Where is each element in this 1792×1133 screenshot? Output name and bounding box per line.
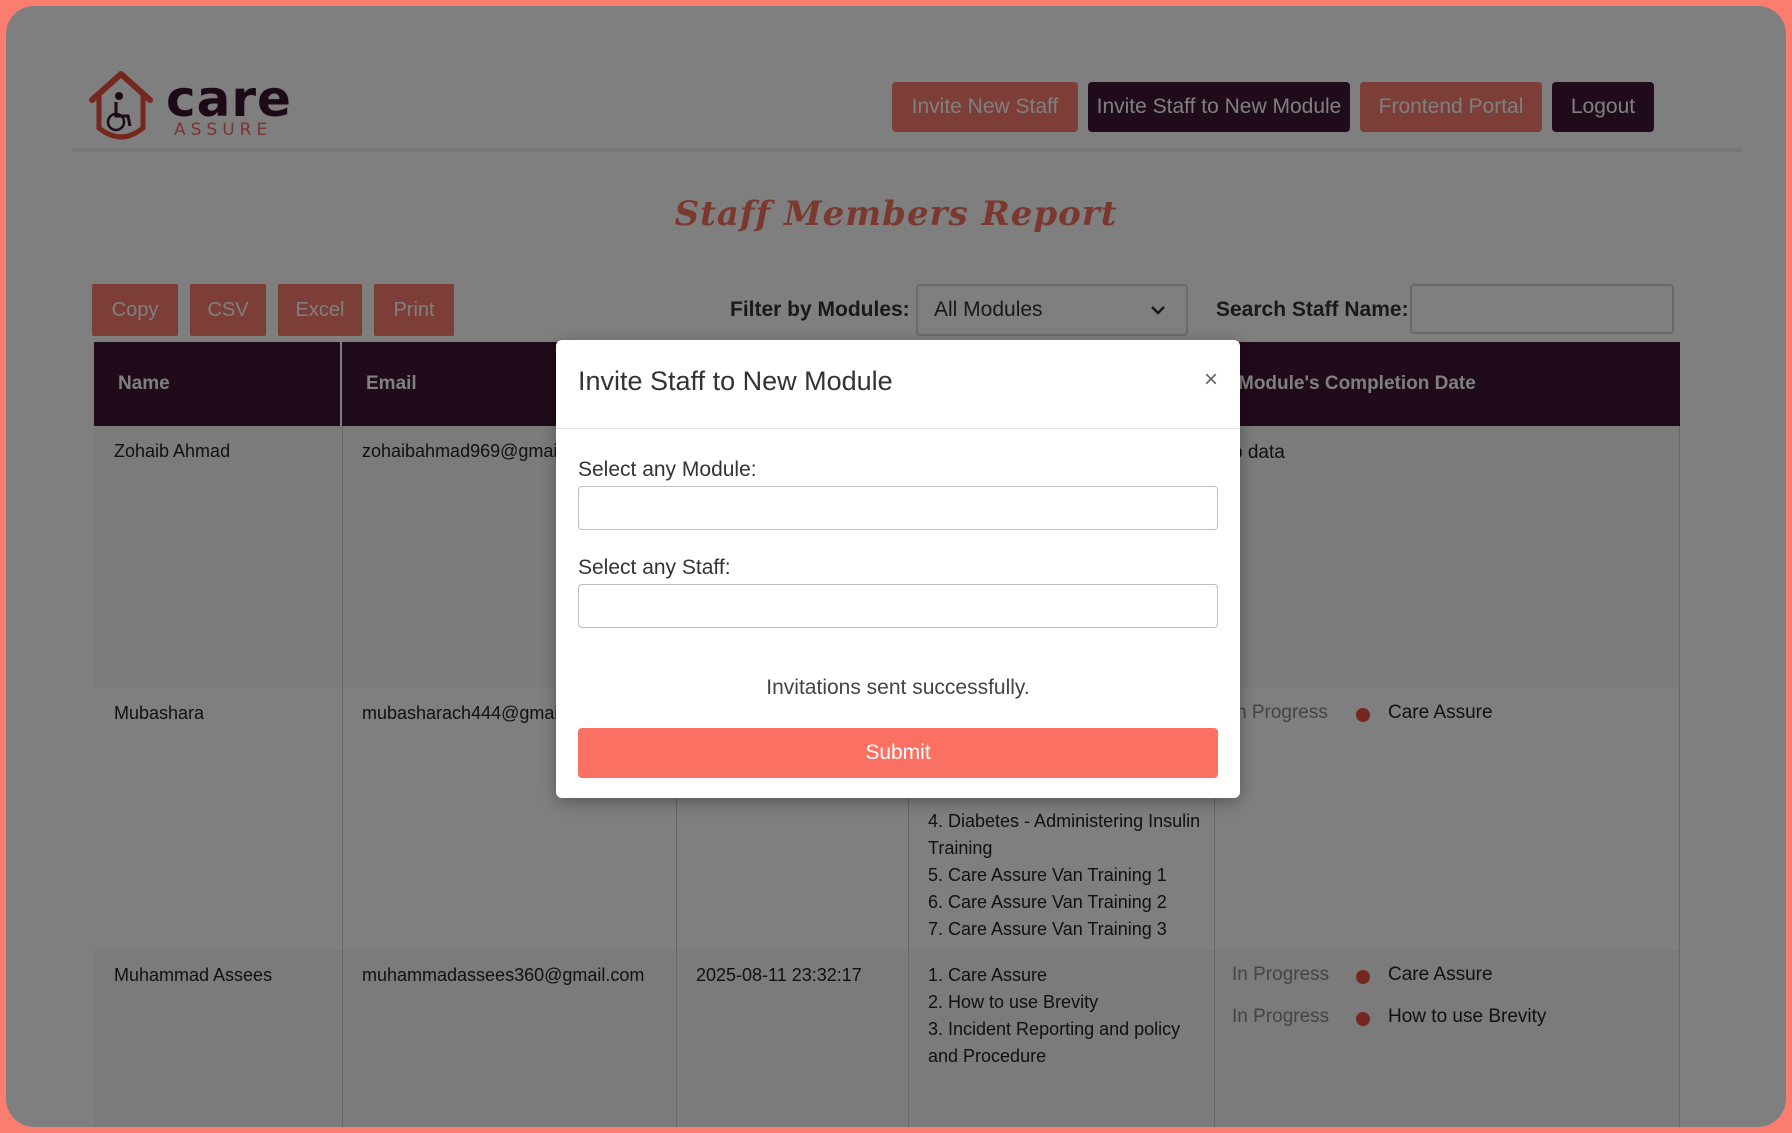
staff-field-label: Select any Staff:	[578, 556, 731, 579]
module-field-label: Select any Module:	[578, 458, 757, 481]
staff-select[interactable]	[578, 584, 1218, 628]
invite-module-dialog: Invite Staff to New Module × Select any …	[556, 340, 1240, 798]
submit-button[interactable]: Submit	[578, 728, 1218, 778]
close-icon[interactable]: ×	[1204, 368, 1218, 392]
app-frame: care ASSURE Invite New Staff Invite Staf…	[6, 6, 1786, 1127]
module-select[interactable]	[578, 486, 1218, 530]
dialog-title: Invite Staff to New Module	[578, 366, 893, 396]
dialog-divider	[556, 428, 1240, 429]
success-message: Invitations sent successfully.	[766, 676, 1030, 699]
